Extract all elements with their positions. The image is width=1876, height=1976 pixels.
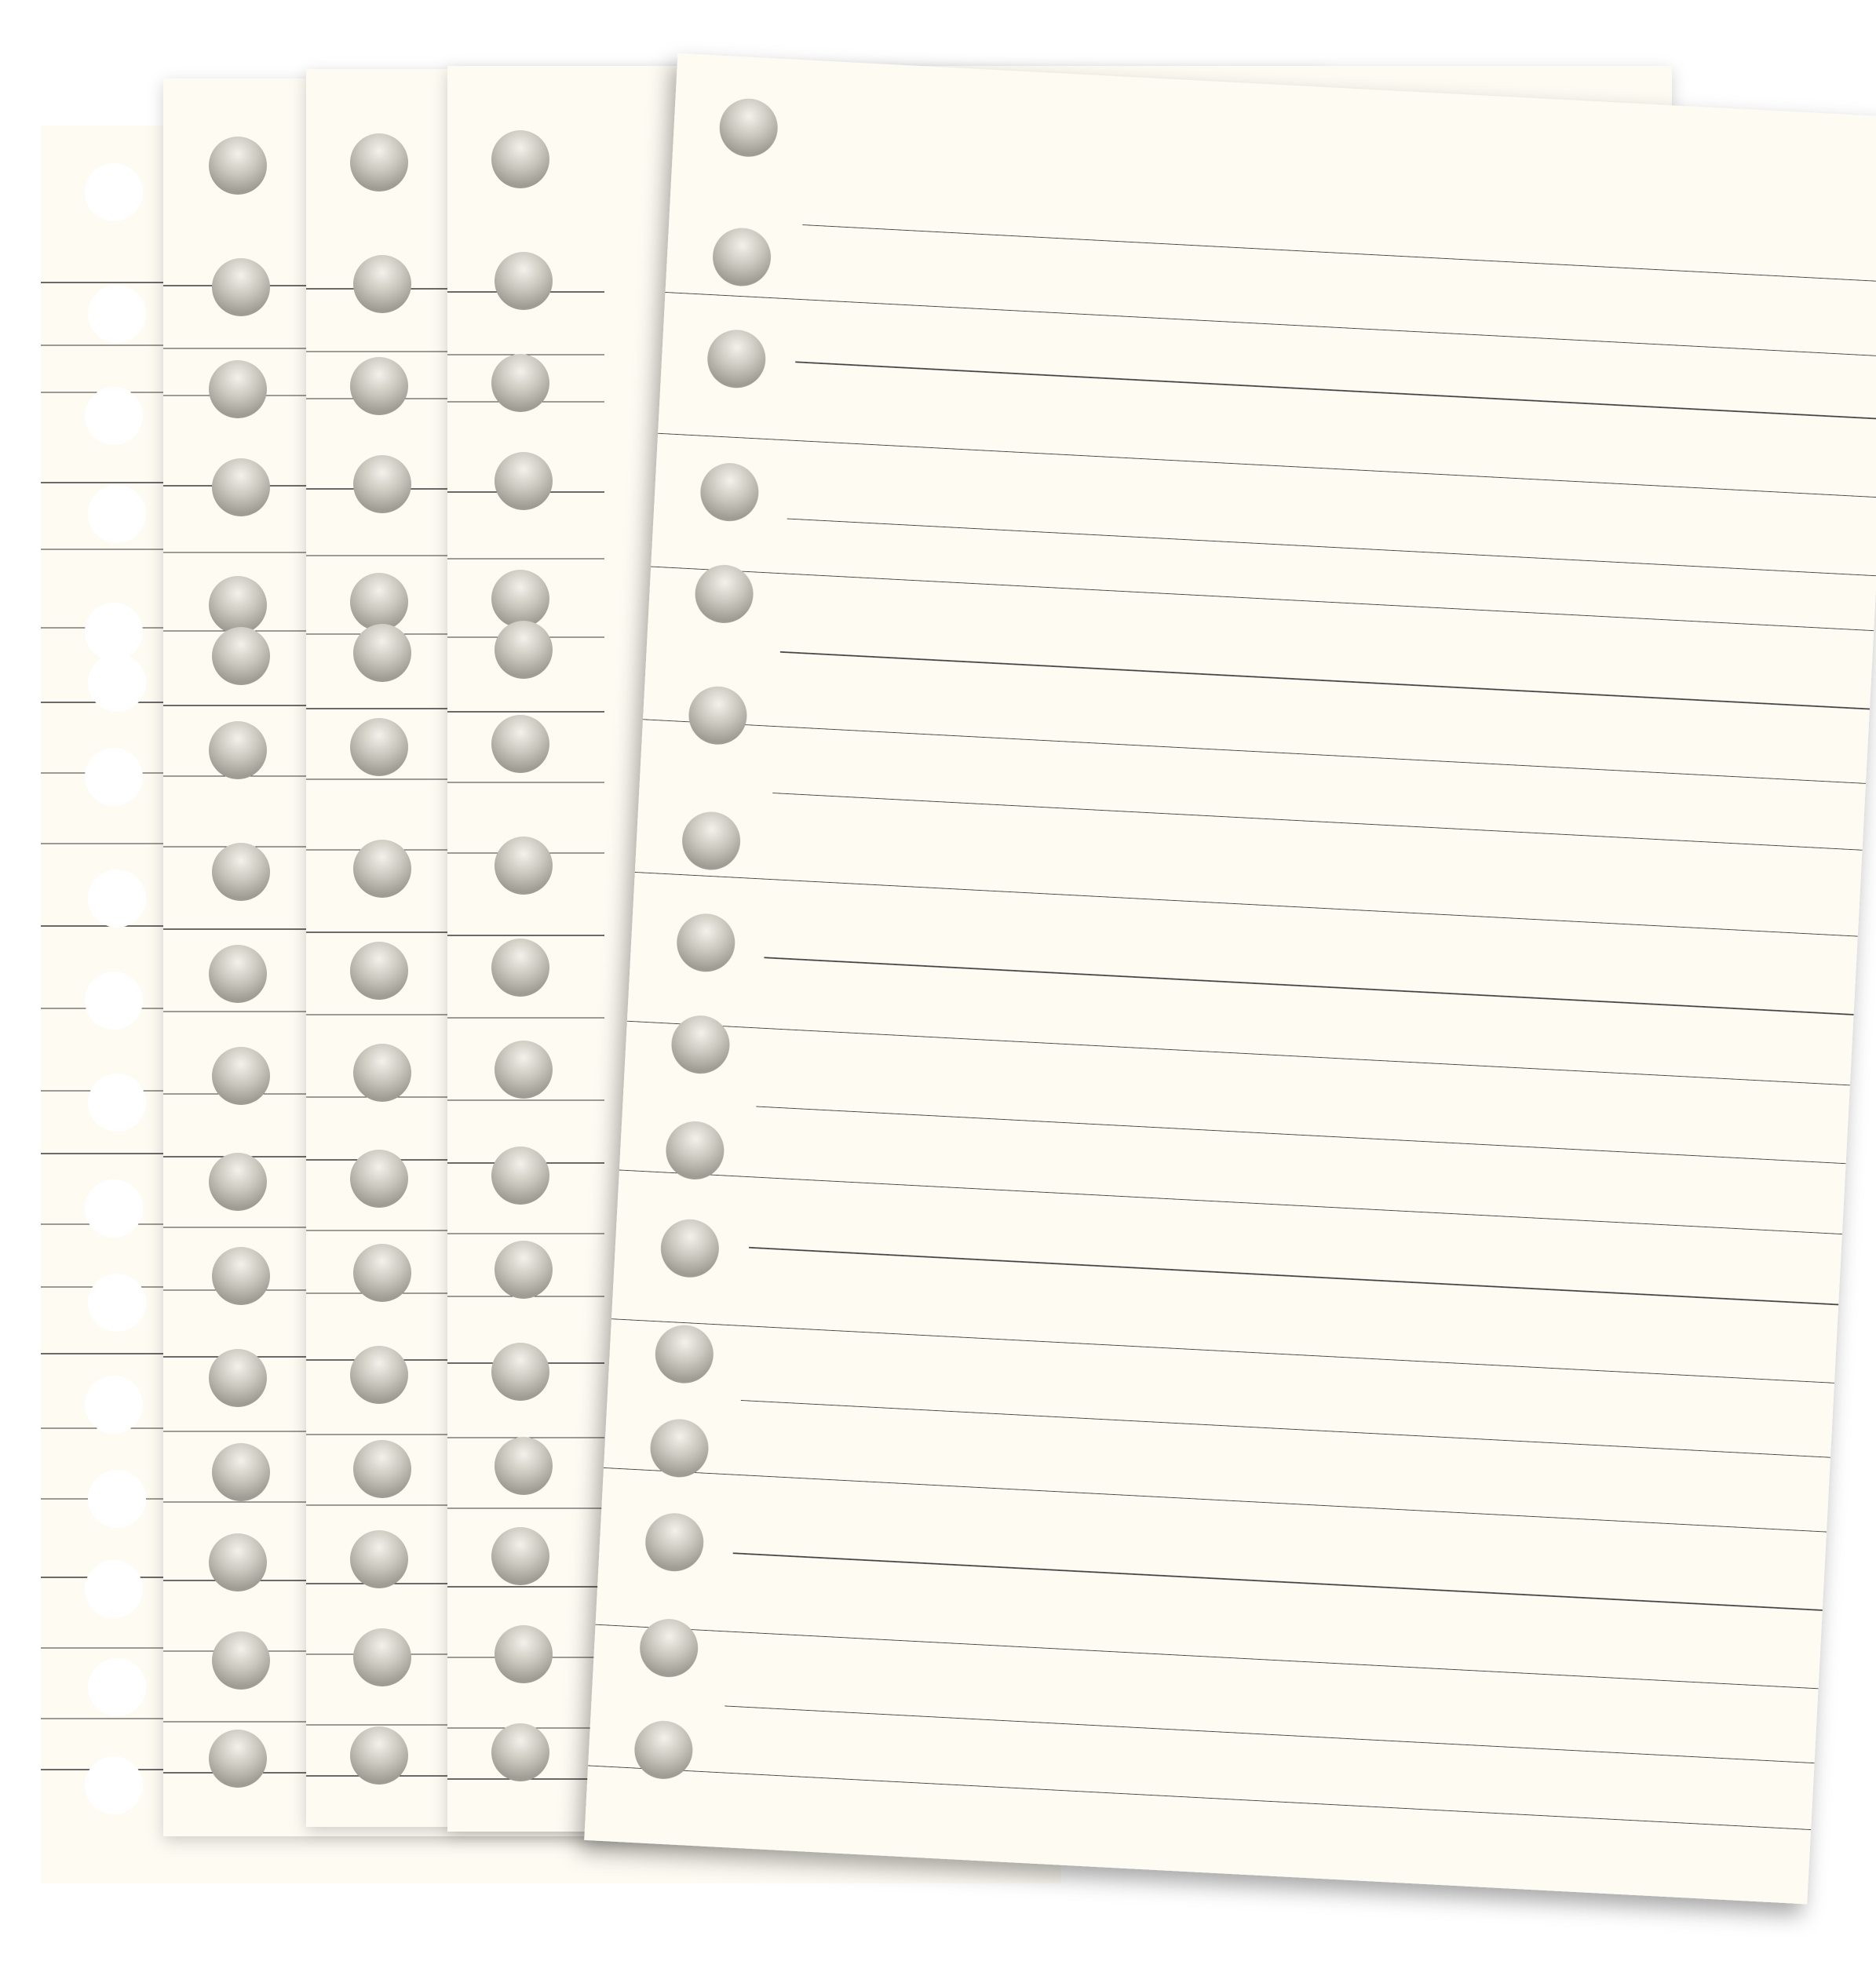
punch-hole (495, 837, 553, 895)
punch-hole (495, 252, 553, 310)
sheet-paper (584, 53, 1876, 1905)
punch-hole (212, 1443, 270, 1501)
punch-hole (353, 455, 411, 513)
punch-hole (495, 1625, 553, 1683)
punch-hole (88, 1074, 146, 1132)
front-sheet (584, 53, 1876, 1905)
punch-hole (491, 570, 549, 628)
punch-hole (495, 1041, 553, 1099)
punch-hole (85, 387, 143, 445)
punch-hole (350, 357, 408, 415)
punch-hole (491, 1147, 549, 1205)
punch-hole (491, 1723, 549, 1781)
punch-hole (209, 1349, 267, 1407)
punch-hole (88, 654, 146, 712)
punch-hole (85, 1756, 143, 1814)
punch-hole (85, 1560, 143, 1618)
punch-hole (209, 137, 267, 195)
punch-hole (88, 1274, 146, 1332)
punch-hole (350, 1150, 408, 1208)
punch-hole (85, 603, 143, 661)
punch-hole (209, 945, 267, 1003)
punch-hole (491, 354, 549, 412)
punch-hole (491, 130, 549, 188)
punch-hole (209, 1153, 267, 1211)
punch-hole (212, 1047, 270, 1105)
punch-hole (212, 627, 270, 685)
punch-hole (209, 721, 267, 779)
punch-hole (495, 452, 553, 510)
punch-hole (350, 1726, 408, 1785)
punch-hole (491, 1527, 549, 1585)
punch-hole (353, 1044, 411, 1102)
punch-hole (88, 285, 146, 343)
loose-leaf-paper-stack (0, 0, 1876, 1976)
punch-hole (209, 1730, 267, 1788)
punch-hole (350, 942, 408, 1000)
punch-hole (212, 1631, 270, 1690)
punch-hole (212, 843, 270, 901)
punch-hole (491, 1343, 549, 1401)
punch-hole (209, 1533, 267, 1591)
punch-hole (350, 1346, 408, 1404)
punch-hole (491, 939, 549, 997)
punch-hole (85, 1179, 143, 1238)
punch-hole (212, 1247, 270, 1305)
punch-hole (85, 972, 143, 1030)
punch-hole (353, 840, 411, 898)
punch-hole (88, 485, 146, 543)
punch-hole (209, 360, 267, 418)
punch-hole (85, 163, 143, 221)
punch-hole (495, 1437, 553, 1495)
punch-hole (491, 715, 549, 773)
punch-hole (209, 576, 267, 634)
punch-hole (350, 1530, 408, 1588)
punch-hole (353, 624, 411, 682)
paper-stack-illustration (41, 53, 1876, 1905)
punch-hole (85, 1376, 143, 1434)
punch-hole (350, 573, 408, 631)
punch-hole (350, 133, 408, 191)
punch-hole (88, 1658, 146, 1716)
punch-hole (212, 258, 270, 316)
punch-hole (353, 1440, 411, 1498)
punch-hole (85, 748, 143, 806)
punch-hole (353, 255, 411, 313)
punch-hole (353, 1244, 411, 1302)
punch-hole (495, 1241, 553, 1299)
punch-hole (495, 621, 553, 679)
punch-hole (88, 870, 146, 928)
punch-hole (350, 718, 408, 776)
punch-hole (212, 458, 270, 516)
punch-hole (353, 1628, 411, 1686)
punch-hole (88, 1470, 146, 1528)
